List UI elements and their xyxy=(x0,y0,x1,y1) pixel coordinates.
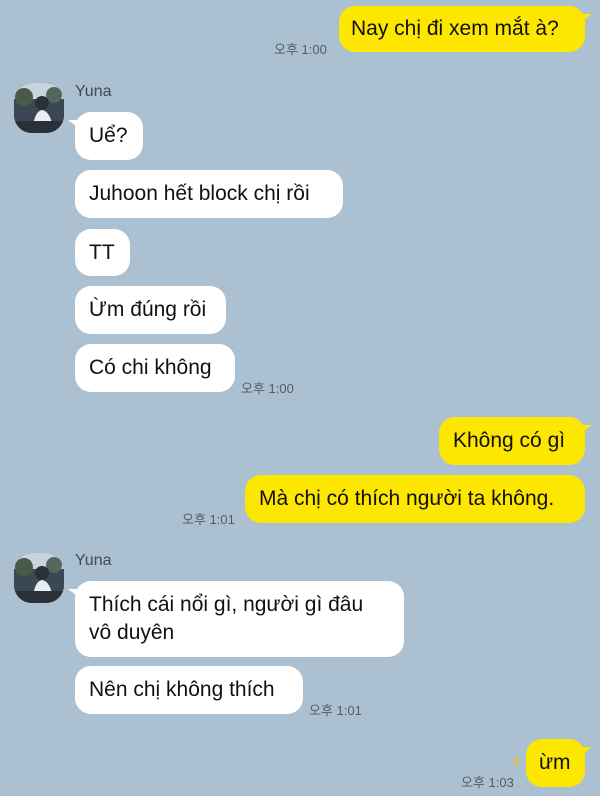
contact-avatar[interactable] xyxy=(14,83,64,133)
message-text: Nay chị đi xem mắt à? xyxy=(351,17,559,40)
message-text: ừm xyxy=(539,751,571,774)
my-message-bubble[interactable]: Nay chị đi xem mắt à? xyxy=(339,6,592,52)
message-text: Thích cái nổi gì, người gì đâu xyxy=(89,593,364,616)
their-message-bubble[interactable]: Nên chị không thích xyxy=(75,666,303,714)
message-text: Mà chị có thích người ta không. xyxy=(259,487,555,510)
their-message-bubble[interactable]: Thích cái nổi gì, người gì đâu vô duyên xyxy=(68,581,404,657)
profile-photo-icon xyxy=(14,553,64,603)
their-message-bubble[interactable]: Uể? xyxy=(68,112,143,160)
message-time: 오후 1:01 xyxy=(309,703,362,718)
their-message-bubble[interactable]: TT xyxy=(75,229,130,276)
unread-count-badge: 1 xyxy=(513,754,520,768)
message-time: 오후 1:01 xyxy=(182,512,235,527)
message-text: Không có gì xyxy=(453,429,566,452)
message-text: Nên chị không thích xyxy=(89,678,275,701)
their-message-bubble[interactable]: Ừm đúng rồi xyxy=(75,286,226,334)
message-text: Ừm đúng rồi xyxy=(89,298,207,321)
their-message-bubble[interactable]: Juhoon hết block chị rồi xyxy=(75,170,343,218)
message-text: Juhoon hết block chị rồi xyxy=(89,182,310,205)
message-time: 오후 1:03 xyxy=(461,775,514,790)
message-time: 오후 1:00 xyxy=(274,42,327,57)
contact-name: Yuna xyxy=(75,83,112,100)
message-text: Có chi không xyxy=(89,356,212,379)
their-message-bubble[interactable]: Có chi không xyxy=(75,344,235,392)
my-message-bubble[interactable]: Mà chị có thích người ta không. xyxy=(245,475,585,523)
my-message-bubble[interactable]: ừm xyxy=(526,739,592,787)
contact-avatar[interactable] xyxy=(14,553,64,603)
message-text: Uể? xyxy=(89,124,128,147)
message-time: 오후 1:00 xyxy=(241,381,294,396)
my-message-bubble[interactable]: Không có gì xyxy=(439,417,592,465)
message-text: TT xyxy=(89,241,115,264)
message-text-line2: vô duyên xyxy=(89,621,175,644)
contact-name: Yuna xyxy=(75,552,112,569)
profile-photo-icon xyxy=(14,83,64,133)
